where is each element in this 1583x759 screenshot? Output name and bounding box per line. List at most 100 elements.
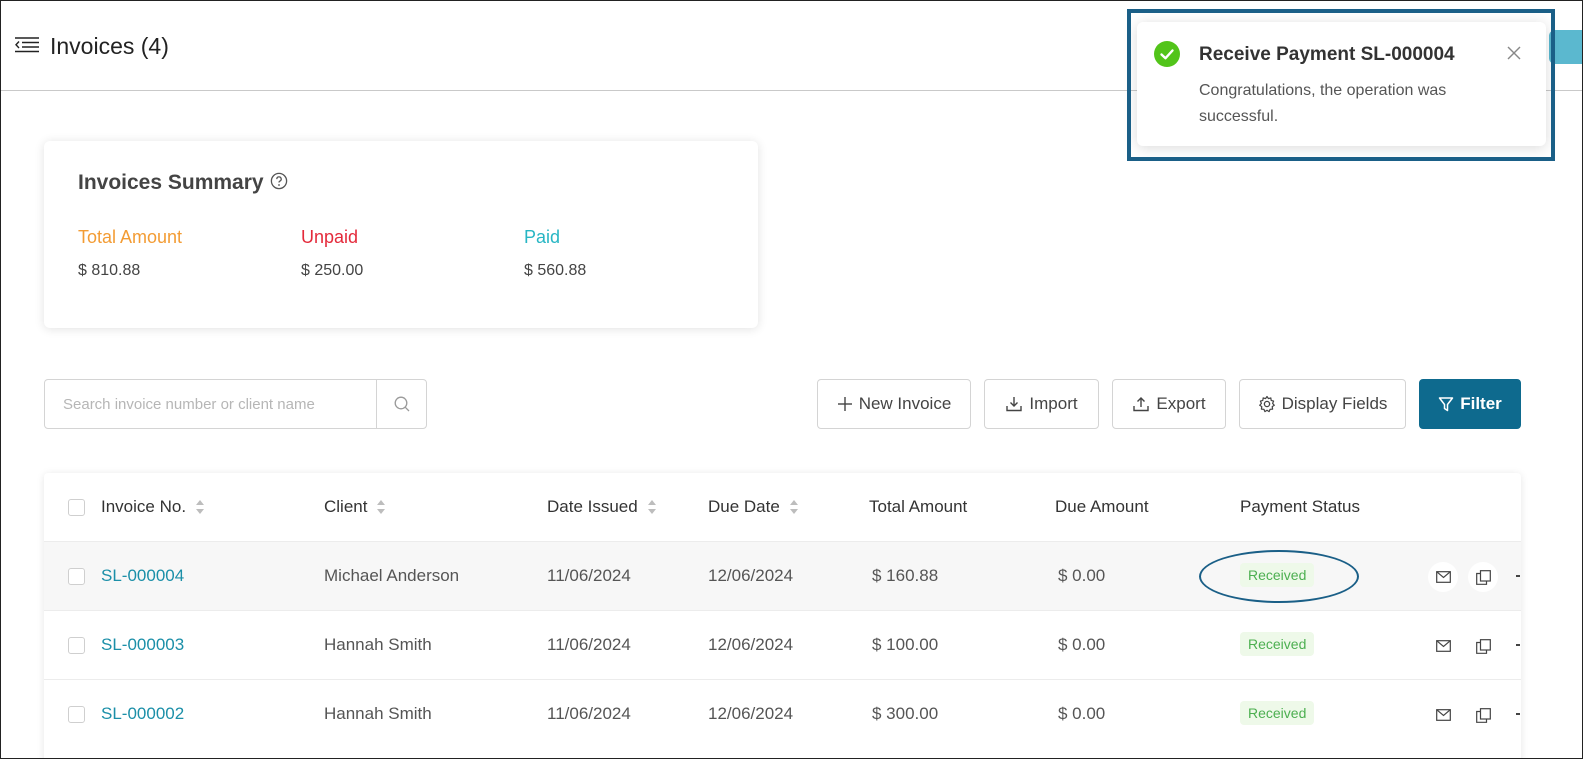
sort-icon[interactable] — [788, 498, 800, 516]
download-icon — [1006, 397, 1023, 412]
column-header-label: Total Amount — [869, 497, 968, 516]
date-issued: 11/06/2024 — [547, 566, 631, 585]
more-actions-icon[interactable] — [1516, 713, 1520, 715]
search-button[interactable] — [376, 380, 426, 428]
page-title: Invoices (4) — [50, 33, 169, 59]
help-icon[interactable] — [270, 172, 288, 190]
sort-icon[interactable] — [375, 498, 387, 516]
date-issued: 11/06/2024 — [547, 635, 631, 654]
client-name: Hannah Smith — [324, 704, 432, 723]
copy-icon — [1475, 638, 1491, 654]
table-row[interactable]: SL-000004 Michael Anderson 11/06/2024 12… — [44, 541, 1521, 610]
duplicate-button[interactable] — [1468, 631, 1498, 661]
column-header-date-issued[interactable]: Date Issued — [547, 497, 658, 517]
table-header: Invoice No. Client Date Issued Due Date … — [44, 473, 1521, 541]
stat-label: Paid — [524, 227, 561, 247]
due-amount: $ 0.00 — [1058, 635, 1106, 654]
column-header-due-amount: Due Amount — [1055, 497, 1149, 517]
export-label: Export — [1156, 394, 1206, 413]
success-check-icon — [1154, 41, 1180, 67]
status-badge: Received — [1240, 701, 1315, 725]
row-checkbox[interactable] — [68, 637, 85, 654]
due-date: 12/06/2024 — [708, 566, 794, 585]
stat-value: $ 810.88 — [78, 262, 141, 279]
due-amount: $ 0.00 — [1058, 704, 1106, 723]
stat-value: $ 560.88 — [524, 262, 587, 279]
column-header-client[interactable]: Client — [324, 497, 387, 517]
stat-paid: Paid $ 560.88 — [524, 227, 586, 280]
mail-icon — [1435, 571, 1451, 583]
search-box — [44, 379, 427, 429]
send-email-button[interactable] — [1428, 700, 1458, 730]
due-date: 12/06/2024 — [708, 635, 794, 654]
date-issued: 11/06/2024 — [547, 704, 631, 723]
success-toast: Receive Payment SL-000004 Congratulation… — [1137, 22, 1546, 146]
total-amount: $ 160.88 — [872, 566, 939, 585]
column-header-due-date[interactable]: Due Date — [708, 497, 800, 517]
mail-icon — [1435, 709, 1451, 721]
column-header-label: Due Date — [708, 497, 780, 516]
stat-total-amount: Total Amount $ 810.88 — [78, 227, 182, 280]
copy-icon — [1475, 707, 1491, 723]
invoice-number-link[interactable]: SL-000004 — [101, 566, 184, 586]
column-header-total-amount: Total Amount — [869, 497, 967, 517]
plus-icon — [837, 397, 852, 411]
search-icon — [394, 396, 409, 412]
stat-value: $ 250.00 — [301, 262, 364, 279]
send-email-button[interactable] — [1428, 631, 1458, 661]
column-header-label: Date Issued — [547, 497, 638, 516]
select-all-checkbox[interactable] — [68, 499, 85, 516]
filter-button[interactable]: Filter — [1419, 379, 1521, 429]
copy-icon — [1475, 569, 1491, 585]
more-actions-icon[interactable] — [1516, 575, 1520, 577]
invoice-number-link[interactable]: SL-000002 — [101, 704, 184, 724]
toast-title: Receive Payment SL-000004 — [1199, 44, 1455, 65]
duplicate-button[interactable] — [1468, 562, 1498, 592]
export-button[interactable]: Export — [1112, 379, 1226, 429]
upload-icon — [1133, 397, 1150, 412]
invoice-number-link[interactable]: SL-000003 — [101, 635, 184, 655]
import-button[interactable]: Import — [984, 379, 1099, 429]
more-actions-icon[interactable] — [1516, 644, 1520, 646]
search-input[interactable] — [45, 380, 376, 428]
status-badge: Received — [1240, 563, 1315, 587]
column-header-label: Client — [324, 497, 368, 516]
total-amount: $ 300.00 — [872, 704, 939, 723]
new-invoice-label: New Invoice — [858, 394, 952, 413]
display-fields-button[interactable]: Display Fields — [1239, 379, 1406, 429]
new-invoice-button[interactable]: New Invoice — [817, 379, 971, 429]
stat-unpaid: Unpaid $ 250.00 — [301, 227, 363, 280]
filter-icon — [1438, 396, 1454, 411]
table-row[interactable]: SL-000002 Hannah Smith 11/06/2024 12/06/… — [44, 679, 1521, 748]
table-row[interactable]: SL-000003 Hannah Smith 11/06/2024 12/06/… — [44, 610, 1521, 679]
sort-icon[interactable] — [646, 498, 658, 516]
column-header-label: Due Amount — [1055, 497, 1149, 516]
column-header-label: Payment Status — [1240, 497, 1361, 516]
display-fields-label: Display Fields — [1281, 394, 1388, 413]
client-name: Hannah Smith — [324, 635, 432, 654]
sort-icon[interactable] — [194, 498, 206, 516]
due-amount: $ 0.00 — [1058, 566, 1106, 585]
row-checkbox[interactable] — [68, 568, 85, 585]
invoices-summary-card: Invoices Summary Total Amount $ 810.88 U… — [44, 141, 758, 328]
stat-label: Total Amount — [78, 227, 183, 247]
import-label: Import — [1029, 394, 1078, 413]
row-checkbox[interactable] — [68, 706, 85, 723]
status-badge: Received — [1240, 632, 1315, 656]
mail-icon — [1435, 640, 1451, 652]
summary-title: Invoices Summary — [78, 171, 264, 194]
filter-label: Filter — [1460, 394, 1502, 413]
client-name: Michael Anderson — [324, 566, 460, 585]
total-amount: $ 100.00 — [872, 635, 939, 654]
menu-collapse-icon[interactable] — [14, 36, 40, 56]
close-icon[interactable] — [1505, 44, 1523, 62]
gear-icon — [1258, 395, 1275, 413]
due-date: 12/06/2024 — [708, 704, 794, 723]
header-action-edge[interactable] — [1549, 30, 1583, 64]
stat-label: Unpaid — [301, 227, 359, 247]
column-header-invoice-no[interactable]: Invoice No. — [101, 497, 206, 517]
send-email-button[interactable] — [1428, 562, 1458, 592]
column-header-payment-status: Payment Status — [1240, 497, 1360, 517]
invoices-table: Invoice No. Client Date Issued Due Date … — [44, 473, 1521, 759]
duplicate-button[interactable] — [1468, 700, 1498, 730]
